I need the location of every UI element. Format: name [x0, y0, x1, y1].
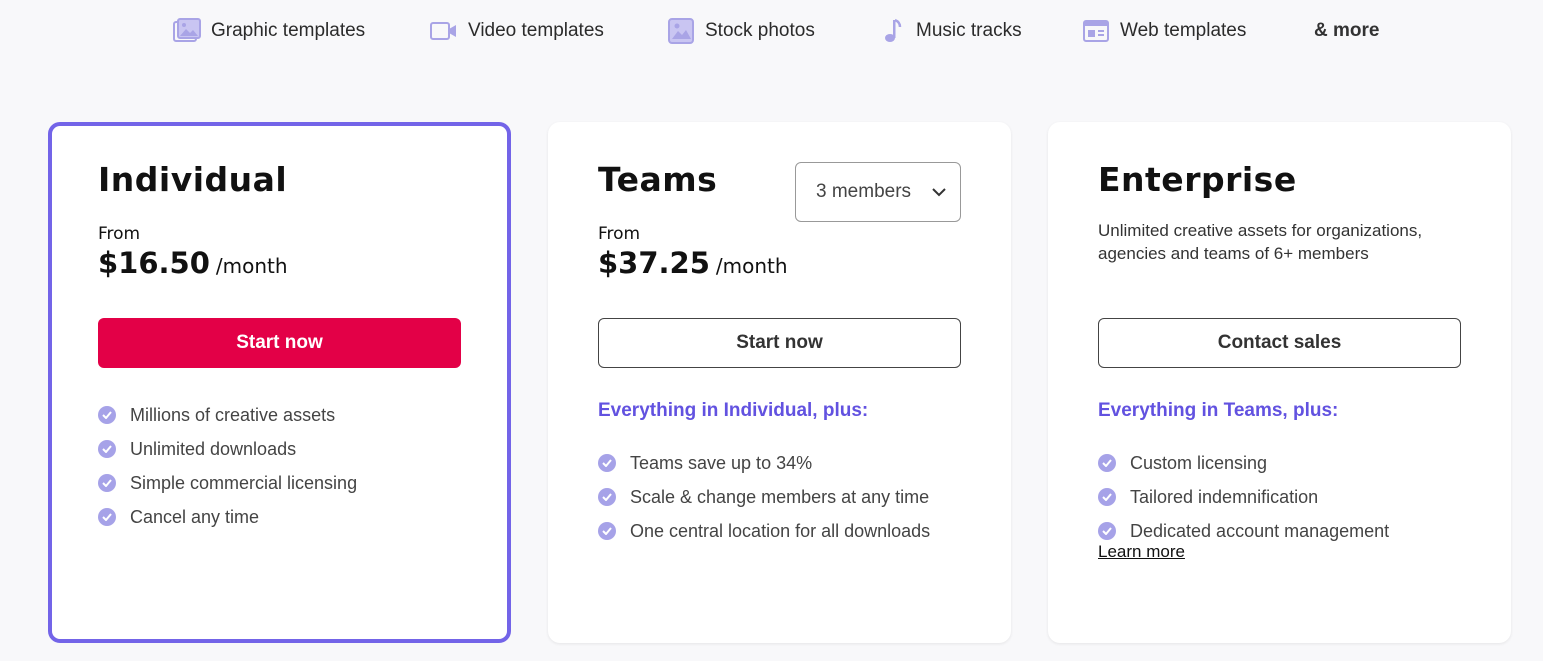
plus-heading: Everything in Individual, plus:: [598, 400, 869, 421]
nav-label: Web templates: [1120, 20, 1247, 41]
plan-title: Individual: [98, 160, 288, 199]
feature-list: Custom licensing Tailored indemnificatio…: [1098, 446, 1389, 548]
check-icon: [1098, 454, 1116, 472]
plan-card-individual[interactable]: Individual From $16.50 /month Start now …: [48, 122, 511, 643]
plan-card-teams[interactable]: Teams 3 members From $37.25 /month Start…: [548, 122, 1011, 643]
start-now-button[interactable]: Start now: [598, 318, 961, 368]
check-icon: [1098, 488, 1116, 506]
feature-label: Tailored indemnification: [1130, 486, 1319, 507]
check-icon: [1098, 522, 1116, 540]
feature-item: Unlimited downloads: [98, 432, 357, 466]
video-icon: [430, 17, 458, 45]
check-icon: [98, 406, 116, 424]
feature-item: Tailored indemnification: [1098, 480, 1389, 514]
feature-list: Millions of creative assets Unlimited do…: [98, 398, 357, 534]
check-icon: [598, 454, 616, 472]
feature-label: One central location for all downloads: [630, 520, 931, 541]
feature-item: Custom licensing: [1098, 446, 1389, 480]
check-icon: [598, 522, 616, 540]
price: $37.25 /month: [598, 246, 788, 280]
music-note-icon: [878, 17, 906, 45]
feature-label: Scale & change members at any time: [630, 486, 930, 507]
price-amount: $37.25: [598, 246, 710, 280]
feature-label: Teams save up to 34%: [630, 452, 813, 473]
feature-item: Teams save up to 34%: [598, 446, 930, 480]
from-label: From: [98, 224, 141, 244]
feature-list: Teams save up to 34% Scale & change memb…: [598, 446, 930, 548]
check-icon: [98, 474, 116, 492]
feature-label: Simple commercial licensing: [130, 472, 358, 493]
plan-title: Teams: [598, 160, 718, 199]
nav-item-web-templates[interactable]: Web templates: [1082, 14, 1246, 48]
price-amount: $16.50: [98, 246, 210, 280]
check-icon: [98, 508, 116, 526]
feature-label: Millions of creative assets: [130, 404, 336, 425]
nav-label: Stock photos: [705, 20, 815, 41]
nav-item-graphic-templates[interactable]: Graphic templates: [173, 14, 365, 48]
image-icon: [173, 17, 201, 45]
nav-label: Video templates: [468, 20, 604, 41]
price: $16.50 /month: [98, 246, 288, 280]
contact-sales-button[interactable]: Contact sales: [1098, 318, 1461, 368]
check-icon: [98, 440, 116, 458]
check-icon: [598, 488, 616, 506]
feature-item: Scale & change members at any time: [598, 480, 930, 514]
nav-item-stock-photos[interactable]: Stock photos: [667, 14, 815, 48]
feature-item: Simple commercial licensing: [98, 466, 357, 500]
feature-label: Dedicated account management: [1130, 520, 1390, 541]
feature-label: Unlimited downloads: [130, 438, 297, 459]
feature-label: Custom licensing: [1130, 452, 1268, 473]
plus-heading: Everything in Teams, plus:: [1098, 400, 1339, 421]
learn-more-link[interactable]: Learn more: [1098, 542, 1185, 562]
nav-item-music-tracks[interactable]: Music tracks: [878, 14, 1022, 48]
plan-card-enterprise[interactable]: Enterprise Unlimited creative assets for…: [1048, 122, 1511, 643]
feature-item: Millions of creative assets: [98, 398, 357, 432]
from-label: From: [598, 224, 641, 244]
feature-item: One central location for all downloads: [598, 514, 930, 548]
price-period: /month: [215, 254, 288, 278]
photo-icon: [667, 17, 695, 45]
web-template-icon: [1082, 17, 1110, 45]
members-select[interactable]: 3 members: [795, 162, 961, 222]
price-period: /month: [715, 254, 788, 278]
nav-label: Graphic templates: [211, 20, 366, 41]
nav-item-more[interactable]: & more: [1314, 14, 1379, 48]
category-nav: Graphic templates Video templates Stock …: [0, 0, 1543, 62]
feature-label: Cancel any time: [130, 506, 260, 527]
chevron-down-icon: [932, 181, 946, 203]
plan-title: Enterprise: [1098, 160, 1297, 199]
feature-item: Cancel any time: [98, 500, 357, 534]
nav-label: Music tracks: [916, 20, 1022, 41]
plan-description: Unlimited creative assets for organizati…: [1098, 221, 1423, 263]
start-now-button[interactable]: Start now: [98, 318, 461, 368]
nav-item-video-templates[interactable]: Video templates: [430, 14, 604, 48]
members-select-value: 3 members: [816, 181, 912, 202]
